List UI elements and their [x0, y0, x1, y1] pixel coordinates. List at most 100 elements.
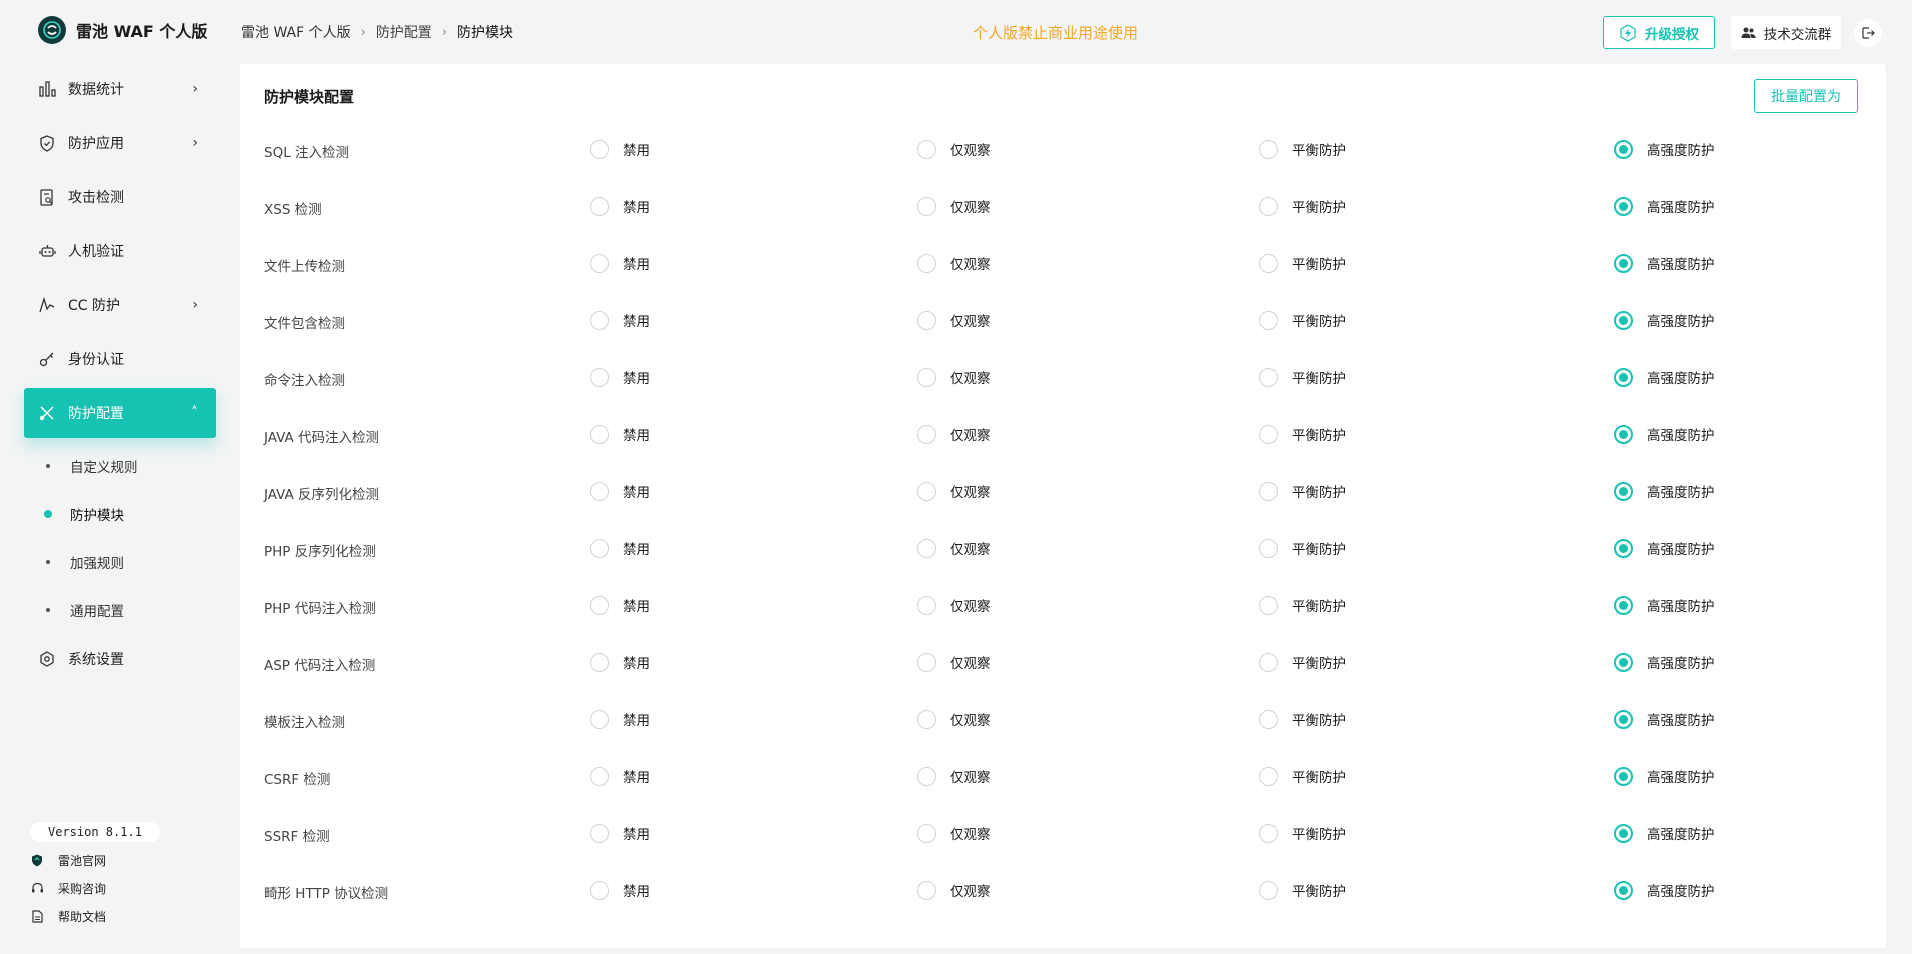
official-site-link[interactable]: 雷池官网	[30, 846, 220, 874]
radio-option-disable[interactable]: 禁用	[590, 481, 650, 501]
radio-option-disable[interactable]: 禁用	[590, 538, 650, 558]
radio-option-balanced[interactable]: 平衡防护	[1259, 880, 1346, 900]
radio-option-observe-only[interactable]: 仅观察	[917, 652, 991, 672]
radio-button[interactable]	[917, 880, 936, 900]
sidebar-item-protected-apps[interactable]: 防护应用 ›	[24, 118, 216, 168]
radio-button[interactable]	[1614, 709, 1633, 729]
radio-button[interactable]	[1614, 538, 1633, 558]
radio-option-high-strength[interactable]: 高强度防护	[1614, 652, 1715, 672]
sidebar-subitem-protection-modules[interactable]: 防护模块	[24, 490, 216, 538]
radio-option-high-strength[interactable]: 高强度防护	[1614, 481, 1715, 501]
radio-button[interactable]	[590, 310, 609, 330]
radio-option-high-strength[interactable]: 高强度防护	[1614, 880, 1715, 900]
radio-button[interactable]	[917, 766, 936, 786]
radio-button[interactable]	[1614, 766, 1633, 786]
tech-group-button[interactable]: 技术交流群	[1731, 16, 1841, 49]
radio-option-observe-only[interactable]: 仅观察	[917, 709, 991, 729]
radio-option-observe-only[interactable]: 仅观察	[917, 367, 991, 387]
radio-button[interactable]	[1259, 424, 1278, 444]
radio-option-balanced[interactable]: 平衡防护	[1259, 424, 1346, 444]
radio-button[interactable]	[1614, 139, 1633, 159]
radio-option-observe-only[interactable]: 仅观察	[917, 538, 991, 558]
sidebar-item-protection-config[interactable]: 防护配置 ˄	[24, 388, 216, 438]
radio-button[interactable]	[590, 139, 609, 159]
radio-option-high-strength[interactable]: 高强度防护	[1614, 367, 1715, 387]
radio-button[interactable]	[1614, 310, 1633, 330]
radio-option-balanced[interactable]: 平衡防护	[1259, 823, 1346, 843]
radio-option-disable[interactable]: 禁用	[590, 424, 650, 444]
radio-option-disable[interactable]: 禁用	[590, 766, 650, 786]
radio-option-high-strength[interactable]: 高强度防护	[1614, 538, 1715, 558]
radio-button[interactable]	[590, 367, 609, 387]
radio-option-disable[interactable]: 禁用	[590, 367, 650, 387]
radio-button[interactable]	[1614, 253, 1633, 273]
radio-button[interactable]	[917, 139, 936, 159]
radio-button[interactable]	[917, 367, 936, 387]
radio-button[interactable]	[1259, 481, 1278, 501]
radio-button[interactable]	[590, 481, 609, 501]
radio-option-high-strength[interactable]: 高强度防护	[1614, 424, 1715, 444]
radio-button[interactable]	[1259, 880, 1278, 900]
radio-button[interactable]	[917, 196, 936, 216]
radio-option-observe-only[interactable]: 仅观察	[917, 424, 991, 444]
radio-button[interactable]	[1259, 196, 1278, 216]
radio-option-balanced[interactable]: 平衡防护	[1259, 481, 1346, 501]
sidebar-item-system-settings[interactable]: 系统设置	[24, 634, 216, 684]
radio-option-high-strength[interactable]: 高强度防护	[1614, 595, 1715, 615]
radio-option-observe-only[interactable]: 仅观察	[917, 139, 991, 159]
sidebar-subitem-enhanced-rules[interactable]: 加强规则	[24, 538, 216, 586]
radio-option-balanced[interactable]: 平衡防护	[1259, 595, 1346, 615]
brand-logo[interactable]: 雷池 WAF 个人版	[38, 16, 207, 44]
radio-button[interactable]	[1614, 595, 1633, 615]
radio-button[interactable]	[1614, 652, 1633, 672]
radio-button[interactable]	[917, 823, 936, 843]
sidebar-item-attack-detection[interactable]: 攻击检测	[24, 172, 216, 222]
radio-button[interactable]	[917, 709, 936, 729]
radio-option-high-strength[interactable]: 高强度防护	[1614, 823, 1715, 843]
breadcrumb-item[interactable]: 雷池 WAF 个人版	[241, 22, 351, 42]
radio-button[interactable]	[590, 253, 609, 273]
radio-option-observe-only[interactable]: 仅观察	[917, 880, 991, 900]
radio-button[interactable]	[1259, 310, 1278, 330]
sidebar-item-auth[interactable]: 身份认证	[24, 334, 216, 384]
radio-option-high-strength[interactable]: 高强度防护	[1614, 139, 1715, 159]
radio-button[interactable]	[1614, 880, 1633, 900]
radio-option-observe-only[interactable]: 仅观察	[917, 823, 991, 843]
batch-config-button[interactable]: 批量配置为	[1754, 79, 1858, 113]
radio-button[interactable]	[590, 538, 609, 558]
help-docs-link[interactable]: 帮助文档	[30, 902, 220, 930]
radio-option-balanced[interactable]: 平衡防护	[1259, 196, 1346, 216]
radio-button[interactable]	[1259, 709, 1278, 729]
radio-button[interactable]	[1259, 766, 1278, 786]
sidebar-subitem-custom-rules[interactable]: 自定义规则	[24, 442, 216, 490]
radio-button[interactable]	[1259, 139, 1278, 159]
radio-option-balanced[interactable]: 平衡防护	[1259, 367, 1346, 387]
radio-option-observe-only[interactable]: 仅观察	[917, 595, 991, 615]
radio-button[interactable]	[917, 310, 936, 330]
radio-button[interactable]	[590, 880, 609, 900]
radio-option-balanced[interactable]: 平衡防护	[1259, 538, 1346, 558]
radio-option-disable[interactable]: 禁用	[590, 196, 650, 216]
radio-button[interactable]	[917, 595, 936, 615]
radio-option-disable[interactable]: 禁用	[590, 595, 650, 615]
radio-option-disable[interactable]: 禁用	[590, 823, 650, 843]
radio-option-disable[interactable]: 禁用	[590, 310, 650, 330]
radio-option-observe-only[interactable]: 仅观察	[917, 253, 991, 273]
radio-button[interactable]	[1259, 253, 1278, 273]
radio-button[interactable]	[1259, 367, 1278, 387]
radio-button[interactable]	[590, 424, 609, 444]
radio-option-observe-only[interactable]: 仅观察	[917, 766, 991, 786]
radio-button[interactable]	[1259, 538, 1278, 558]
radio-option-high-strength[interactable]: 高强度防护	[1614, 196, 1715, 216]
radio-option-disable[interactable]: 禁用	[590, 139, 650, 159]
breadcrumb-item[interactable]: 防护配置	[376, 22, 432, 42]
radio-option-observe-only[interactable]: 仅观察	[917, 310, 991, 330]
radio-button[interactable]	[1614, 481, 1633, 501]
sidebar-item-captcha[interactable]: 人机验证	[24, 226, 216, 276]
radio-option-high-strength[interactable]: 高强度防护	[1614, 310, 1715, 330]
radio-button[interactable]	[590, 823, 609, 843]
radio-option-high-strength[interactable]: 高强度防护	[1614, 253, 1715, 273]
radio-button[interactable]	[917, 481, 936, 501]
radio-button[interactable]	[590, 652, 609, 672]
radio-option-balanced[interactable]: 平衡防护	[1259, 310, 1346, 330]
